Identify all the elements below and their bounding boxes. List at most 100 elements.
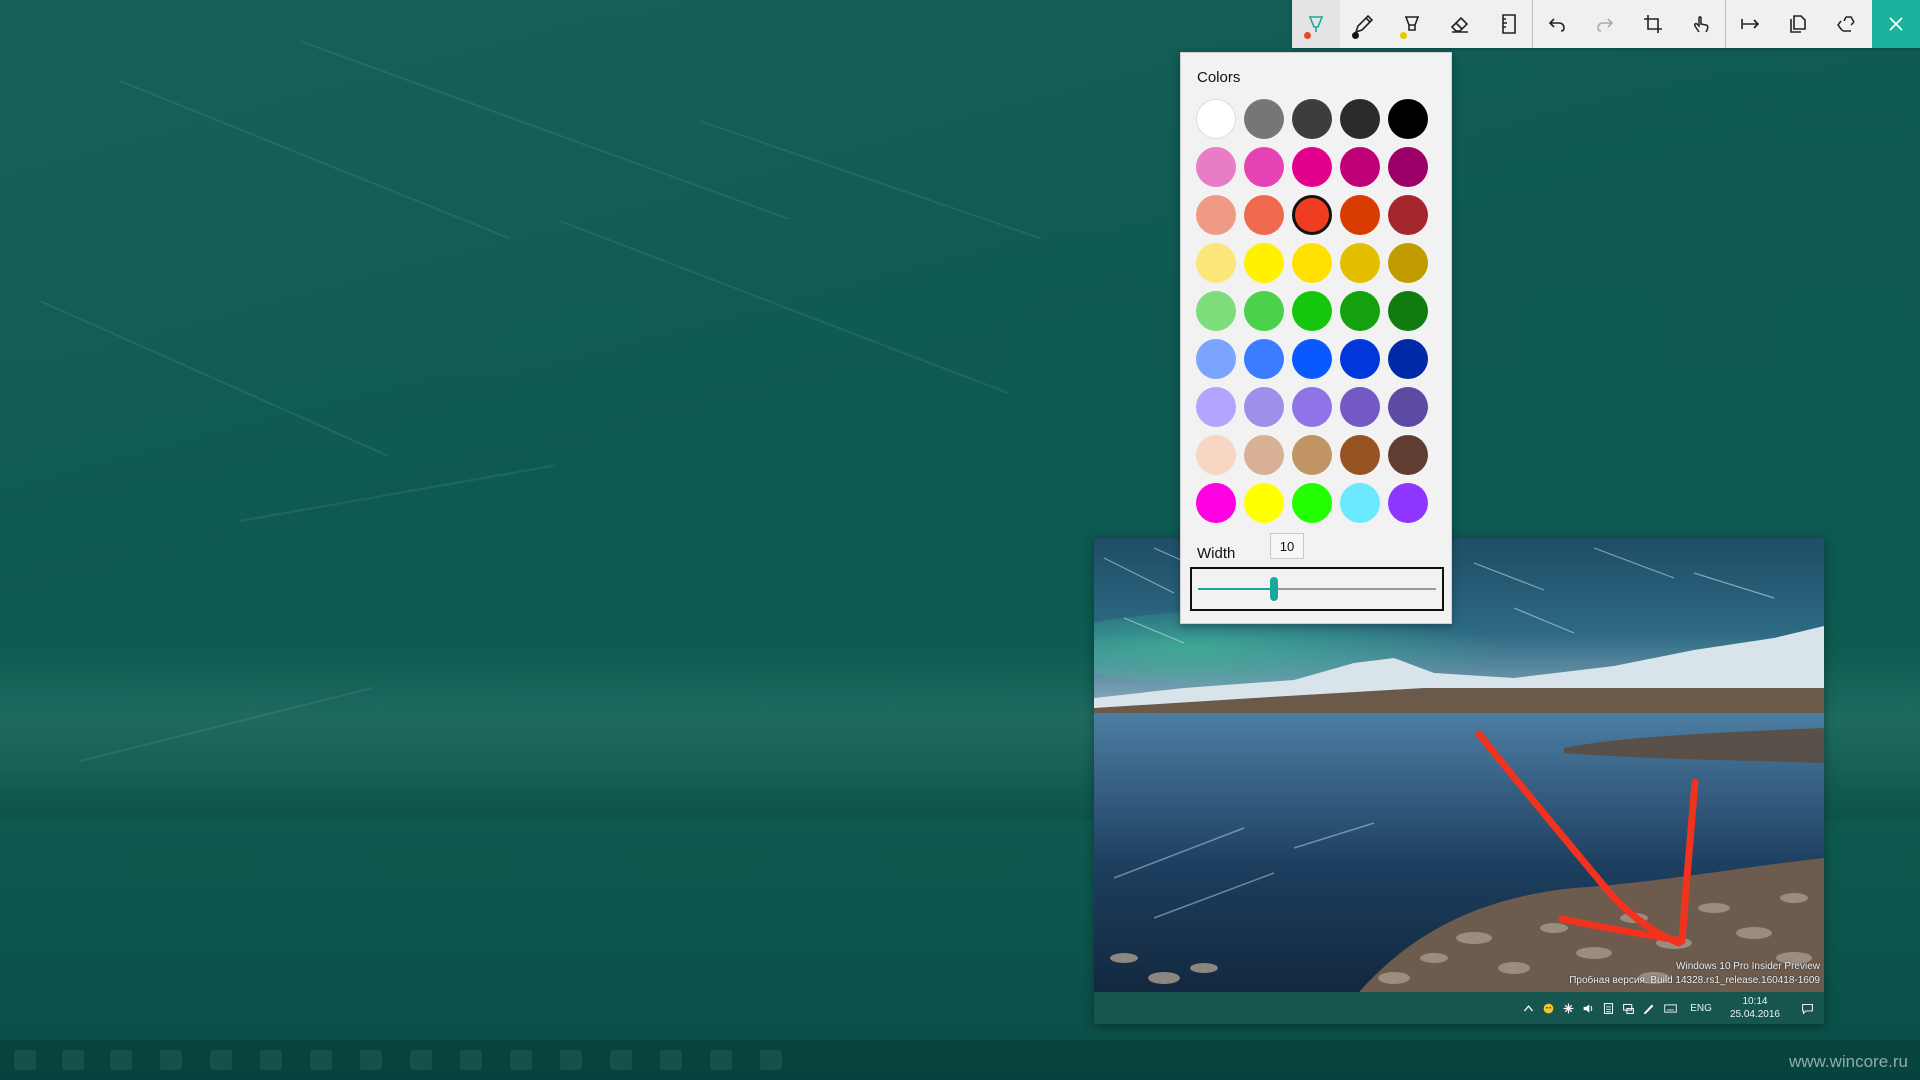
color-swatch[interactable] xyxy=(1292,387,1332,427)
color-swatch[interactable] xyxy=(1244,339,1284,379)
color-swatch[interactable] xyxy=(1388,339,1428,379)
clock-date: 25.04.2016 xyxy=(1729,1009,1780,1020)
volume-icon[interactable] xyxy=(1578,992,1598,1024)
touch-writing-button[interactable] xyxy=(1677,0,1725,48)
blurred-taskbar-icon xyxy=(760,1050,782,1070)
blurred-taskbar-icon xyxy=(710,1050,732,1070)
color-swatch[interactable] xyxy=(1196,243,1236,283)
save-button[interactable] xyxy=(1822,0,1870,48)
color-swatch[interactable] xyxy=(1244,387,1284,427)
color-swatch[interactable] xyxy=(1340,435,1380,475)
taskbar-clock[interactable]: 10:14 25.04.2016 xyxy=(1720,995,1790,1021)
color-swatch[interactable] xyxy=(1244,483,1284,523)
share-button[interactable] xyxy=(1726,0,1774,48)
color-swatch[interactable] xyxy=(1244,243,1284,283)
color-swatch[interactable] xyxy=(1340,339,1380,379)
emoji-icon[interactable] xyxy=(1538,992,1558,1024)
width-label: Width xyxy=(1197,545,1236,562)
undo-button[interactable] xyxy=(1533,0,1581,48)
blurred-taskbar xyxy=(0,1040,1920,1080)
calculator-icon[interactable] xyxy=(1598,992,1618,1024)
chevron-up-icon[interactable] xyxy=(1518,992,1538,1024)
color-swatch[interactable] xyxy=(1388,243,1428,283)
network-icon[interactable] xyxy=(1618,992,1638,1024)
color-swatch[interactable] xyxy=(1244,147,1284,187)
highlighter-color-dot xyxy=(1400,32,1407,39)
eraser-button[interactable] xyxy=(1436,0,1484,48)
pen-color-dot xyxy=(1304,32,1311,39)
color-swatch[interactable] xyxy=(1196,291,1236,331)
light-streak xyxy=(299,40,789,220)
slider-fill xyxy=(1198,588,1275,590)
blurred-taskbar-icon xyxy=(210,1050,232,1070)
color-swatch[interactable] xyxy=(1388,483,1428,523)
color-swatch[interactable] xyxy=(1340,291,1380,331)
color-swatch[interactable] xyxy=(1292,483,1332,523)
color-swatch[interactable] xyxy=(1292,147,1332,187)
color-swatch[interactable] xyxy=(1196,435,1236,475)
color-swatch[interactable] xyxy=(1292,195,1332,235)
color-swatch[interactable] xyxy=(1196,339,1236,379)
color-swatch[interactable] xyxy=(1292,339,1332,379)
blurred-taskbar-icon xyxy=(660,1050,682,1070)
light-streak xyxy=(119,80,510,240)
crop-button[interactable] xyxy=(1629,0,1677,48)
color-swatch[interactable] xyxy=(1340,147,1380,187)
color-swatch[interactable] xyxy=(1196,99,1236,139)
color-swatch[interactable] xyxy=(1196,147,1236,187)
color-swatch[interactable] xyxy=(1340,195,1380,235)
undo-icon xyxy=(1548,18,1565,32)
redo-icon xyxy=(1597,18,1614,32)
blurred-taskbar-icon xyxy=(610,1050,632,1070)
close-icon xyxy=(1889,17,1903,31)
colors-title: Colors xyxy=(1197,69,1241,86)
color-swatch[interactable] xyxy=(1340,483,1380,523)
blurred-start-icon xyxy=(14,1050,36,1070)
color-swatch[interactable] xyxy=(1292,291,1332,331)
blurred-taskbar-icon xyxy=(310,1050,332,1070)
redo-button[interactable] xyxy=(1581,0,1629,48)
color-swatch[interactable] xyxy=(1244,291,1284,331)
color-swatch[interactable] xyxy=(1340,99,1380,139)
color-swatch-grid xyxy=(1196,99,1428,523)
blurred-taskbar-icon xyxy=(410,1050,432,1070)
color-swatch[interactable] xyxy=(1244,195,1284,235)
color-swatch[interactable] xyxy=(1388,435,1428,475)
windows-edition-text: Windows 10 Pro Insider Preview xyxy=(1676,961,1820,972)
ballpoint-pen-button[interactable] xyxy=(1292,0,1340,48)
copy-button[interactable] xyxy=(1774,0,1822,48)
color-swatch[interactable] xyxy=(1340,387,1380,427)
light-streak xyxy=(559,220,1009,394)
color-swatch[interactable] xyxy=(1292,243,1332,283)
keyboard-icon[interactable] xyxy=(1658,992,1682,1024)
color-swatch[interactable] xyxy=(1196,483,1236,523)
ruler-button[interactable] xyxy=(1484,0,1532,48)
color-swatch[interactable] xyxy=(1244,435,1284,475)
color-swatch[interactable] xyxy=(1196,195,1236,235)
pencil-button[interactable] xyxy=(1340,0,1388,48)
color-swatch[interactable] xyxy=(1388,195,1428,235)
width-slider[interactable] xyxy=(1190,567,1444,611)
color-swatch[interactable] xyxy=(1292,435,1332,475)
blurred-taskbar-icon xyxy=(160,1050,182,1070)
blurred-taskbar-icon xyxy=(510,1050,532,1070)
close-button[interactable] xyxy=(1872,0,1920,48)
color-swatch[interactable] xyxy=(1196,387,1236,427)
watermark: www.wincore.ru xyxy=(1788,1052,1908,1071)
color-swatch[interactable] xyxy=(1388,99,1428,139)
color-swatch[interactable] xyxy=(1292,99,1332,139)
sync-icon[interactable] xyxy=(1558,992,1578,1024)
notification-icon[interactable] xyxy=(1790,992,1824,1024)
eraser-icon xyxy=(1450,16,1469,33)
highlighter-button[interactable] xyxy=(1388,0,1436,48)
color-swatch[interactable] xyxy=(1244,99,1284,139)
color-swatch[interactable] xyxy=(1388,387,1428,427)
color-swatch[interactable] xyxy=(1340,243,1380,283)
color-swatch[interactable] xyxy=(1388,291,1428,331)
ink-toolbar xyxy=(1292,0,1920,48)
language-indicator[interactable]: ENG xyxy=(1682,1003,1720,1014)
light-streak xyxy=(239,464,556,522)
pen-icon[interactable] xyxy=(1638,992,1658,1024)
color-swatch[interactable] xyxy=(1388,147,1428,187)
slider-thumb[interactable] xyxy=(1270,577,1279,601)
